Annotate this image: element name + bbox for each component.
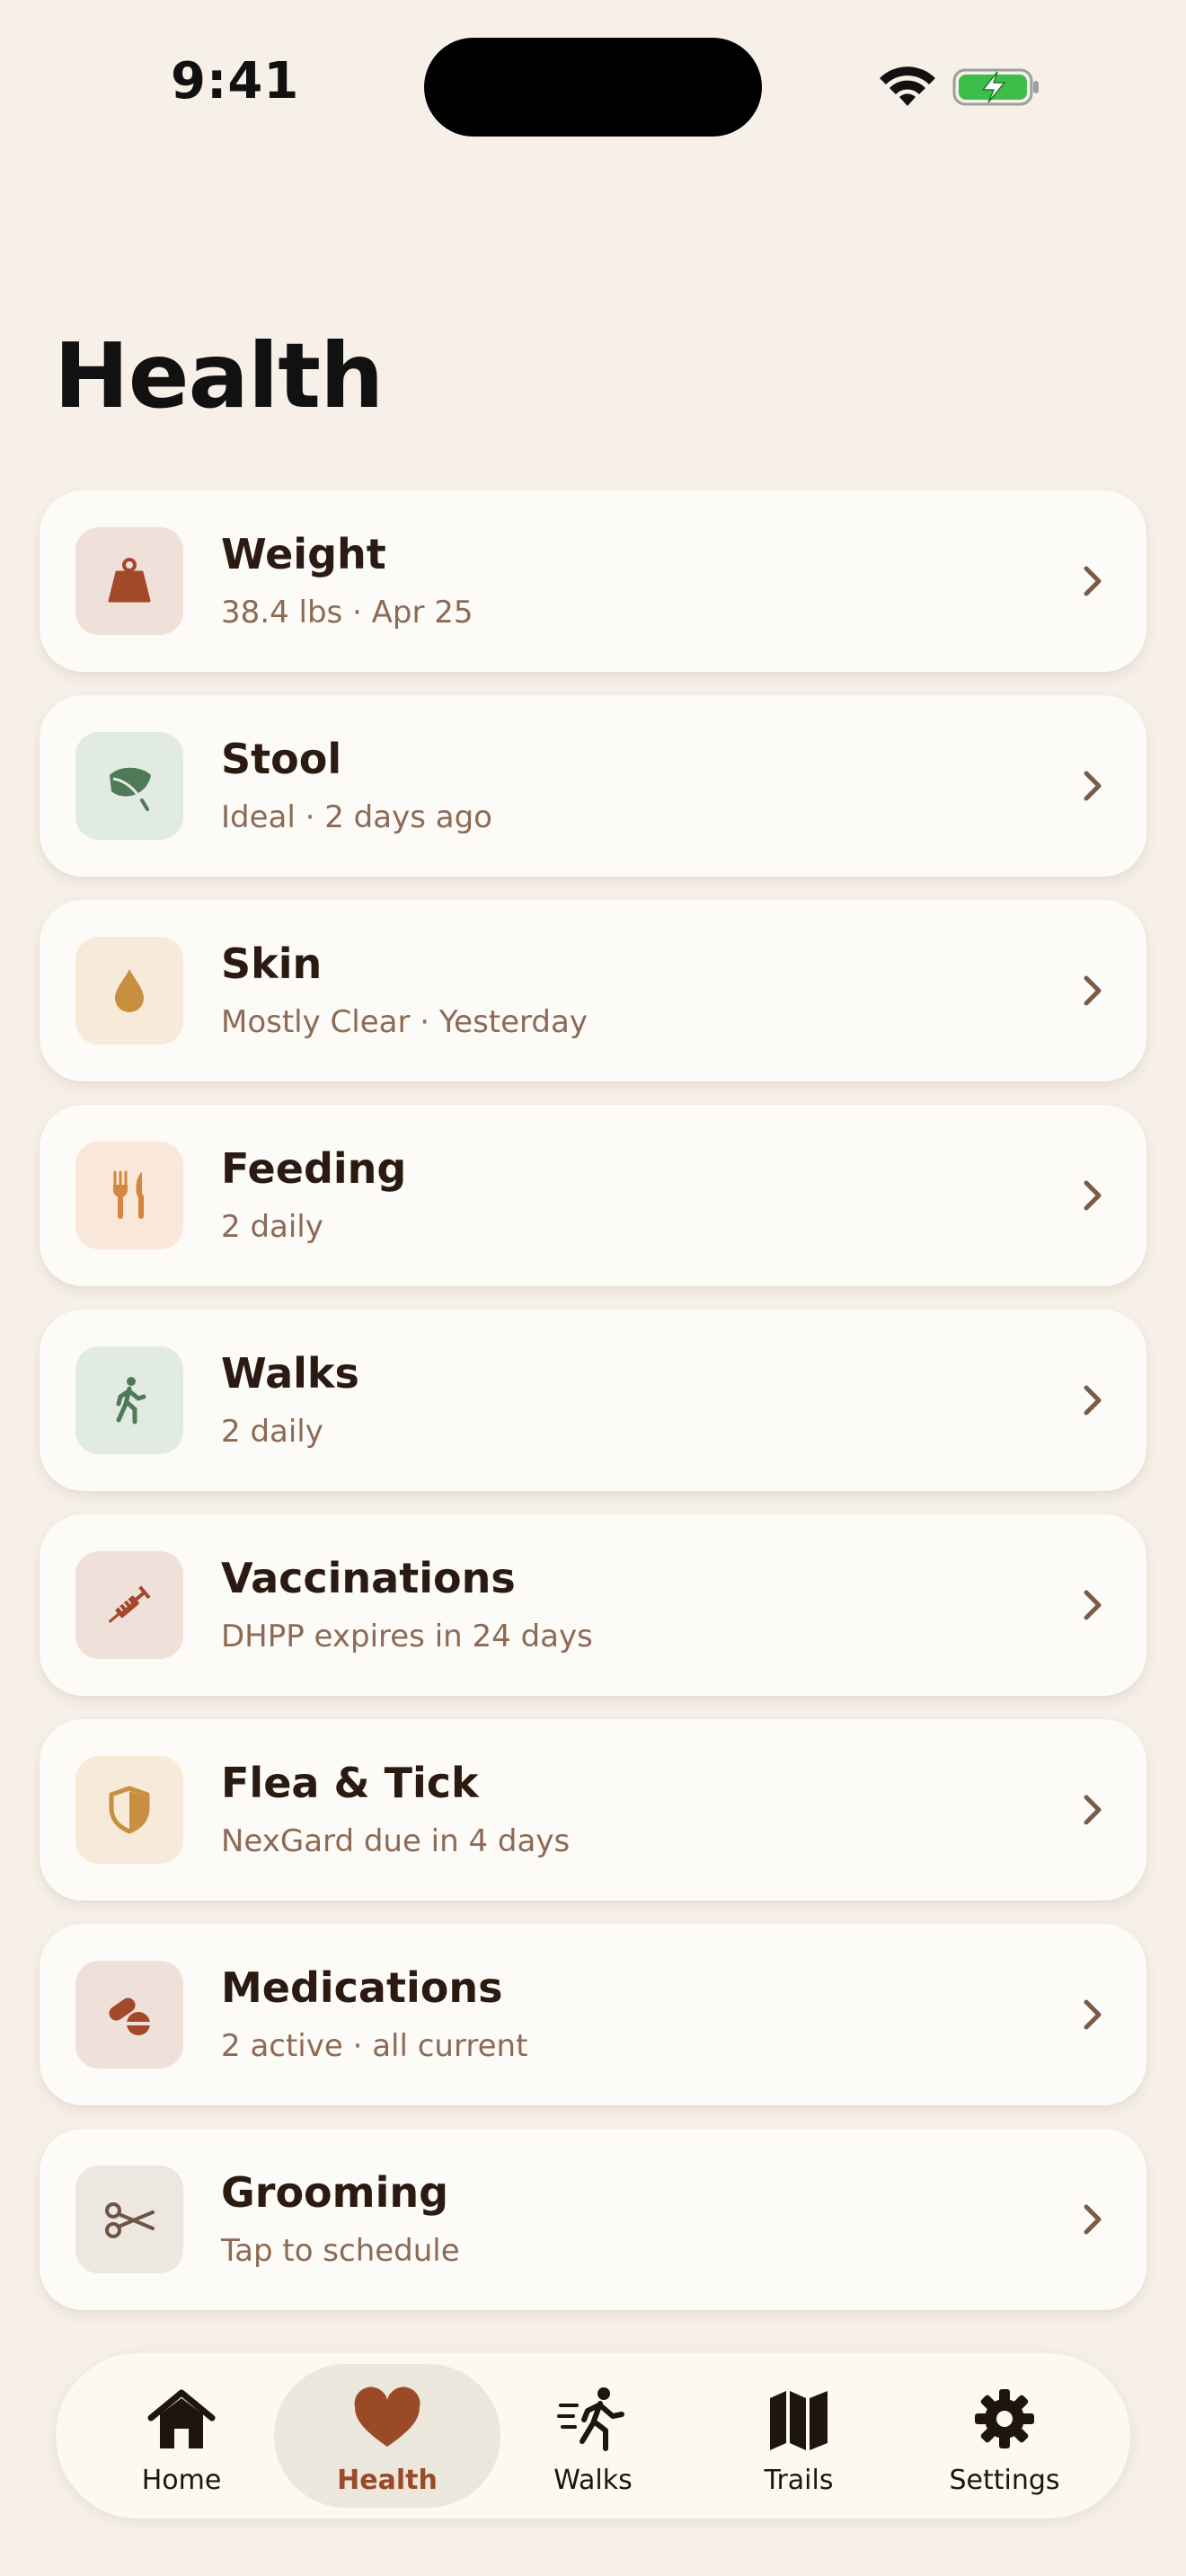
tab-label: Walks — [553, 2465, 633, 2496]
item-subtitle: NexGard due in 4 days — [221, 1823, 571, 1859]
chevron-right-icon — [1084, 1999, 1102, 2030]
item-subtitle: DHPP expires in 24 days — [221, 1619, 593, 1654]
shield-icon — [109, 1786, 150, 1834]
tab-settings[interactable]: Settings — [891, 2364, 1118, 2508]
health-item-flea-tick[interactable]: Flea & Tick NexGard due in 4 days — [40, 1719, 1146, 1901]
weight-icon — [108, 558, 151, 603]
chevron-right-icon — [1084, 771, 1102, 801]
item-subtitle: Tap to schedule — [221, 2233, 460, 2269]
feeding-tile — [75, 1142, 183, 1249]
pills-icon — [109, 1998, 150, 2035]
stool-tile — [75, 732, 183, 840]
chevron-right-icon — [1084, 2204, 1102, 2235]
health-item-feeding[interactable]: Feeding 2 daily — [40, 1105, 1146, 1286]
tab-health[interactable]: Health — [274, 2364, 500, 2508]
item-title: Feeding — [221, 1144, 407, 1193]
walker-icon — [116, 1377, 146, 1425]
tab-home[interactable]: Home — [68, 2364, 295, 2508]
health-item-walks[interactable]: Walks 2 daily — [40, 1310, 1146, 1491]
tab-label: Settings — [949, 2465, 1060, 2496]
item-subtitle: 2 active · all current — [221, 2028, 528, 2064]
item-title: Stool — [221, 735, 342, 783]
tab-label: Trails — [764, 2465, 834, 2496]
tab-walks[interactable]: Walks — [480, 2364, 706, 2508]
item-title: Vaccinations — [221, 1554, 516, 1602]
dynamic-island — [424, 38, 762, 137]
house-icon — [147, 2389, 216, 2448]
tab-bar: Home Health Walks Trails Settings — [56, 2353, 1130, 2519]
heart-icon — [354, 2386, 420, 2447]
health-item-grooming[interactable]: Grooming Tap to schedule — [40, 2129, 1146, 2310]
item-title: Skin — [221, 940, 323, 988]
vaccinations-tile — [75, 1551, 183, 1659]
grooming-tile — [75, 2166, 183, 2273]
map-icon — [770, 2391, 828, 2450]
leaf-icon — [110, 767, 151, 811]
chevron-right-icon — [1084, 1590, 1102, 1620]
health-screen: 9:41 Health Weight 38.4 lbs · Apr 25 Sto… — [0, 0, 1186, 2576]
page-title: Health — [54, 323, 384, 428]
item-title: Grooming — [221, 2168, 449, 2217]
item-subtitle: 38.4 lbs · Apr 25 — [221, 595, 474, 631]
droplet-icon — [115, 969, 144, 1012]
health-item-weight[interactable]: Weight 38.4 lbs · Apr 25 — [40, 490, 1146, 672]
health-item-vaccinations[interactable]: Vaccinations DHPP expires in 24 days — [40, 1514, 1146, 1696]
item-subtitle: 2 daily — [221, 1414, 323, 1450]
item-subtitle: Ideal · 2 days ago — [221, 799, 492, 835]
item-title: Weight — [221, 530, 386, 578]
chevron-right-icon — [1084, 566, 1102, 596]
health-list: Weight 38.4 lbs · Apr 25 Stool Ideal · 2… — [40, 490, 1146, 2333]
item-subtitle: 2 daily — [221, 1209, 323, 1245]
chevron-right-icon — [1084, 975, 1102, 1006]
utensils-icon — [113, 1170, 144, 1219]
medications-tile — [75, 1961, 183, 2069]
item-subtitle: Mostly Clear · Yesterday — [221, 1004, 588, 1040]
status-time: 9:41 — [171, 52, 300, 110]
item-title: Walks — [221, 1349, 359, 1398]
health-item-stool[interactable]: Stool Ideal · 2 days ago — [40, 695, 1146, 877]
scissors-icon — [105, 2202, 155, 2238]
tab-label: Home — [141, 2465, 222, 2496]
chevron-right-icon — [1084, 1180, 1102, 1211]
skin-tile — [75, 937, 183, 1045]
flea-tick-tile — [75, 1756, 183, 1864]
chevron-right-icon — [1084, 1385, 1102, 1416]
item-title: Medications — [221, 1963, 503, 2012]
gear-icon — [975, 2389, 1034, 2448]
syringe-icon — [109, 1585, 151, 1623]
health-item-skin[interactable]: Skin Mostly Clear · Yesterday — [40, 900, 1146, 1081]
weight-tile — [75, 527, 183, 635]
running-person-icon — [557, 2387, 624, 2451]
tab-label: Health — [337, 2465, 438, 2496]
tab-trails[interactable]: Trails — [686, 2364, 912, 2508]
walks-tile — [75, 1346, 183, 1454]
item-title: Flea & Tick — [221, 1759, 479, 1807]
battery-charging-icon — [952, 68, 1039, 106]
health-item-medications[interactable]: Medications 2 active · all current — [40, 1924, 1146, 2105]
wifi-icon — [880, 66, 935, 106]
chevron-right-icon — [1084, 1795, 1102, 1825]
